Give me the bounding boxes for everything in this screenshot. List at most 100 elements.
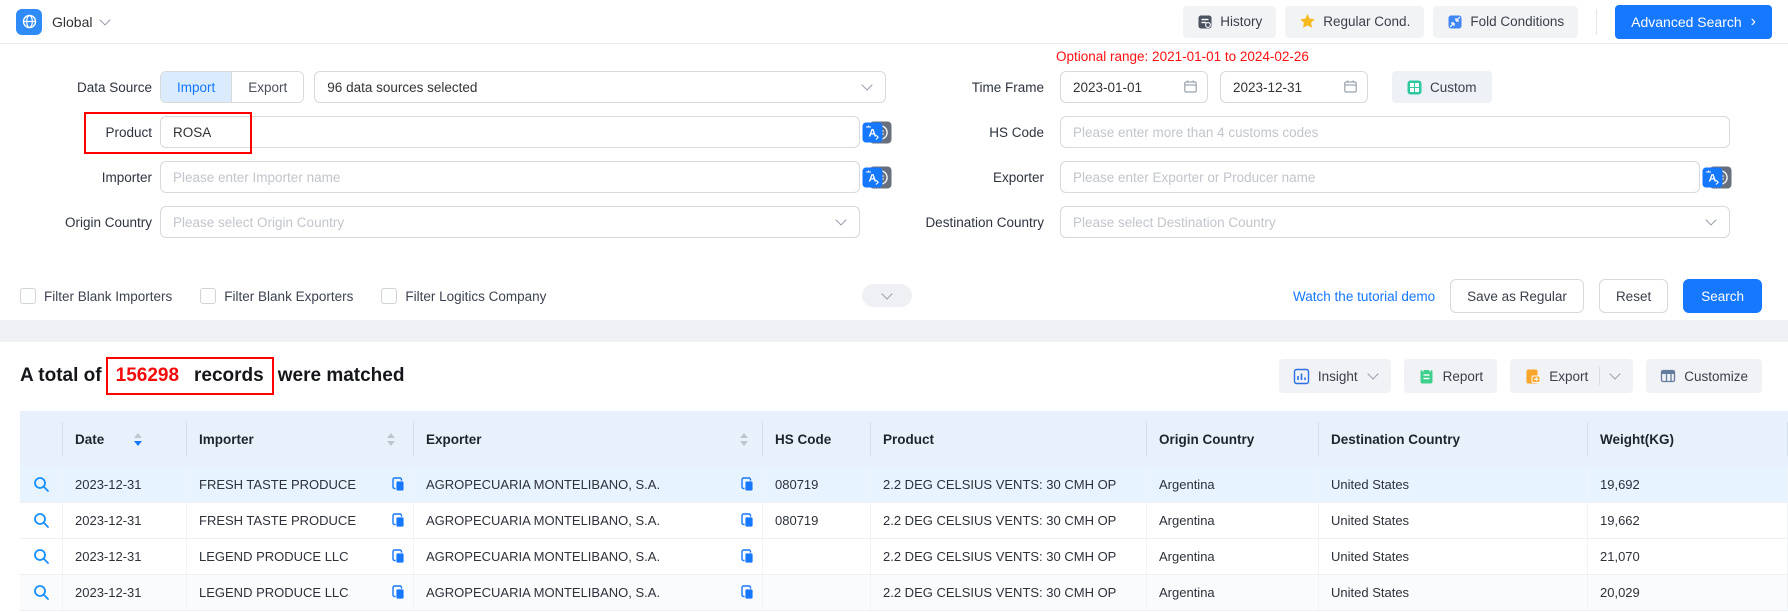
exporter-name[interactable]: AGROPECUARIA MONTELIBANO, S.A. (426, 549, 660, 564)
checkbox-icon[interactable] (200, 288, 216, 304)
save-as-regular-button[interactable]: Save as Regular (1450, 279, 1584, 313)
region-selector-label[interactable]: Global (52, 14, 92, 30)
importer-input[interactable] (160, 161, 860, 193)
table-row[interactable]: 2023-12-31 FRESH TASTE PRODUCE AGROPECUA… (20, 467, 1788, 503)
advanced-search-button[interactable]: Advanced Search › (1615, 5, 1772, 39)
importer-name[interactable]: LEGEND PRODUCE LLC (199, 549, 349, 564)
copy-icon[interactable] (741, 585, 754, 600)
header-destination-country: Destination Country (1319, 422, 1588, 456)
cell-importer[interactable]: FRESH TASTE PRODUCE (187, 467, 414, 502)
fold-conditions-button[interactable]: Fold Conditions (1433, 6, 1578, 38)
customize-icon (1660, 368, 1676, 384)
product-input[interactable] (160, 116, 860, 148)
table-row[interactable]: 2023-12-31 LEGEND PRODUCE LLC AGROPECUAR… (20, 575, 1788, 611)
translate-icon[interactable]: A (862, 167, 883, 188)
insight-label: Insight (1318, 369, 1358, 384)
header-date[interactable]: Date (63, 422, 187, 456)
svg-text:A: A (869, 128, 877, 140)
exporter-input[interactable] (1060, 161, 1700, 193)
report-button[interactable]: Report (1404, 359, 1498, 393)
checkbox-icon[interactable] (20, 288, 36, 304)
insight-button[interactable]: Insight (1279, 359, 1391, 393)
cell-date: 2023-12-31 (63, 503, 187, 538)
exporter-name[interactable]: AGROPECUARIA MONTELIBANO, S.A. (426, 477, 660, 492)
custom-grid-icon (1407, 80, 1422, 95)
row-detail-search-icon[interactable] (33, 548, 50, 565)
export-button[interactable]: Export (1510, 359, 1633, 393)
cell-exporter[interactable]: AGROPECUARIA MONTELIBANO, S.A. (414, 467, 763, 502)
copy-icon[interactable] (392, 477, 405, 492)
sort-asc-icon[interactable] (387, 433, 395, 438)
copy-icon[interactable] (392, 585, 405, 600)
copy-icon[interactable] (392, 549, 405, 564)
sort-desc-icon[interactable] (740, 441, 748, 446)
destination-country-select[interactable]: Please select Destination Country (1060, 206, 1730, 238)
reset-button[interactable]: Reset (1599, 279, 1668, 313)
chevron-down-icon[interactable] (100, 14, 111, 25)
chevron-down-icon[interactable] (1610, 368, 1621, 379)
sort-icons-exporter[interactable] (740, 433, 748, 446)
sort-asc-icon[interactable] (134, 433, 142, 438)
export-tab[interactable]: Export (232, 72, 303, 102)
row-detail-search-icon[interactable] (33, 584, 50, 601)
cell-exporter[interactable]: AGROPECUARIA MONTELIBANO, S.A. (414, 503, 763, 538)
copy-icon[interactable] (741, 477, 754, 492)
importer-name[interactable]: FRESH TASTE PRODUCE (199, 477, 356, 492)
tutorial-demo-link[interactable]: Watch the tutorial demo (1293, 289, 1435, 304)
customize-button[interactable]: Customize (1646, 359, 1762, 393)
regular-conditions-button[interactable]: Regular Cond. (1285, 6, 1424, 38)
cell-exporter[interactable]: AGROPECUARIA MONTELIBANO, S.A. (414, 539, 763, 574)
optional-range-text: Optional range: 2021-01-01 to 2024-02-26 (1056, 49, 1309, 64)
svg-text:A: A (1709, 173, 1717, 185)
sort-asc-icon[interactable] (740, 433, 748, 438)
filter-logistics-company-checkbox[interactable]: Filter Logitics Company (381, 288, 546, 304)
cell-exporter[interactable]: AGROPECUARIA MONTELIBANO, S.A. (414, 575, 763, 610)
table-row[interactable]: 2023-12-31 LEGEND PRODUCE LLC AGROPECUAR… (20, 539, 1788, 575)
record-count: 156298 (116, 365, 179, 387)
origin-country-select[interactable]: Please select Origin Country (160, 206, 860, 238)
header-importer[interactable]: Importer (187, 422, 414, 456)
copy-icon[interactable] (392, 513, 405, 528)
sort-icons-importer[interactable] (387, 433, 395, 446)
hs-code-label: HS Code (890, 125, 1060, 140)
topbar-divider (1596, 9, 1597, 35)
table-body: 2023-12-31 FRESH TASTE PRODUCE AGROPECUA… (20, 467, 1788, 611)
topbar: Global History Regular Cond. Fold Co (0, 0, 1788, 44)
row-detail-search-icon[interactable] (33, 512, 50, 529)
search-button[interactable]: Search (1683, 279, 1762, 313)
header-exporter[interactable]: Exporter (414, 422, 763, 456)
exporter-name[interactable]: AGROPECUARIA MONTELIBANO, S.A. (426, 585, 660, 600)
row-detail-search-icon[interactable] (33, 476, 50, 493)
calendar-icon[interactable] (1343, 79, 1358, 94)
results-section: A total of 156298 records were matched I… (0, 342, 1788, 613)
copy-icon[interactable] (741, 513, 754, 528)
filter-blank-importers-checkbox[interactable]: Filter Blank Importers (20, 288, 172, 304)
chevron-right-icon: › (1751, 14, 1756, 30)
calendar-icon[interactable] (1183, 79, 1198, 94)
translate-icon[interactable]: A (862, 122, 883, 143)
custom-range-button[interactable]: Custom (1392, 71, 1492, 103)
importer-name[interactable]: LEGEND PRODUCE LLC (199, 585, 349, 600)
checkbox-icon[interactable] (381, 288, 397, 304)
history-button[interactable]: History (1183, 6, 1276, 38)
chevron-down-icon (881, 288, 892, 299)
app-logo[interactable] (16, 9, 42, 35)
translate-icon[interactable]: A (1702, 167, 1723, 188)
cell-importer[interactable]: LEGEND PRODUCE LLC (187, 539, 414, 574)
importer-name[interactable]: FRESH TASTE PRODUCE (199, 513, 356, 528)
cell-importer[interactable]: LEGEND PRODUCE LLC (187, 575, 414, 610)
table-row[interactable]: 2023-12-31 FRESH TASTE PRODUCE AGROPECUA… (20, 503, 1788, 539)
copy-icon[interactable] (741, 549, 754, 564)
import-tab[interactable]: Import (161, 72, 232, 102)
filter-blank-exporters-checkbox[interactable]: Filter Blank Exporters (200, 288, 353, 304)
sort-desc-icon[interactable] (134, 441, 142, 446)
collapse-conditions-button[interactable] (862, 284, 912, 307)
exporter-name[interactable]: AGROPECUARIA MONTELIBANO, S.A. (426, 513, 660, 528)
destination-country-label: Destination Country (890, 215, 1060, 230)
advanced-search-label: Advanced Search (1631, 14, 1742, 30)
sort-icons-date[interactable] (134, 433, 142, 446)
sort-desc-icon[interactable] (387, 441, 395, 446)
hs-code-input[interactable] (1060, 116, 1730, 148)
cell-importer[interactable]: FRESH TASTE PRODUCE (187, 503, 414, 538)
data-sources-select[interactable]: 96 data sources selected (314, 71, 886, 103)
